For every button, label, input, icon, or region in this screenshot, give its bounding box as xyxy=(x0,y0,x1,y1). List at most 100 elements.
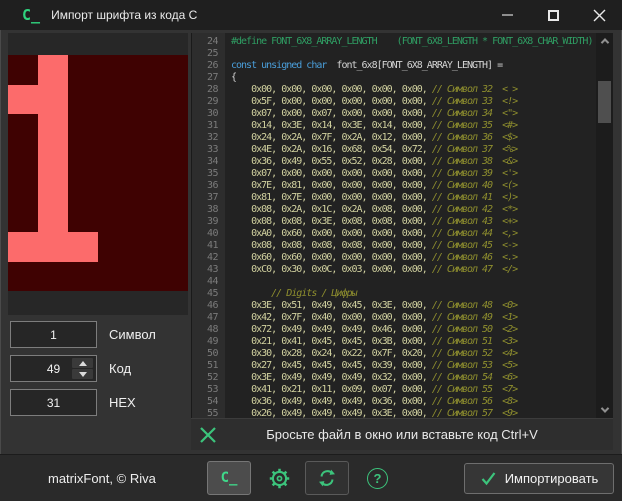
code-line: 0xC0, 0x30, 0x0C, 0x03, 0x00, 0x00, // С… xyxy=(231,264,596,276)
checkmark-icon xyxy=(480,471,497,486)
line-number: 42 xyxy=(192,252,225,264)
line-number: 46 xyxy=(192,300,225,312)
code-line: 0x07, 0x00, 0x07, 0x00, 0x00, 0x00, // С… xyxy=(231,108,596,120)
line-number: 31 xyxy=(192,120,225,132)
code-line: 0x42, 0x7F, 0x40, 0x00, 0x00, 0x00, // С… xyxy=(231,312,596,324)
settings-button[interactable] xyxy=(268,467,291,490)
editor-scrollbar[interactable] xyxy=(596,33,613,418)
scroll-down-button[interactable] xyxy=(596,403,613,417)
line-number: 37 xyxy=(192,192,225,204)
code-line: #define FONT_6X8_ARRAY_LENGTH (FONT_6X8_… xyxy=(231,36,596,48)
footer: matrixFont, © Riva C_ xyxy=(0,454,622,501)
import-button[interactable]: Импортировать xyxy=(464,463,614,494)
code-line: 0x36, 0x49, 0x49, 0x49, 0x36, 0x00, // С… xyxy=(231,396,596,408)
minimize-icon xyxy=(502,14,513,16)
refresh-button[interactable] xyxy=(305,461,349,495)
code-line: 0x4E, 0x2A, 0x16, 0x68, 0x54, 0x72, // С… xyxy=(231,144,596,156)
c-code-mode-button[interactable]: C_ xyxy=(207,461,251,495)
editor-gutter: 2425262728293031323334353637383940414243… xyxy=(192,33,225,418)
hex-label: HEX xyxy=(109,395,136,410)
glyph-pixel xyxy=(38,85,68,115)
glyph-pixel xyxy=(68,232,98,262)
code-line: 0x27, 0x45, 0x45, 0x45, 0x39, 0x00, // С… xyxy=(231,360,596,372)
import-font-window: C_ Импорт шрифта из кода C Символ xyxy=(0,0,622,501)
line-number: 28 xyxy=(192,84,225,96)
spin-up-button[interactable] xyxy=(72,358,93,368)
code-line: // Digits / Цифры xyxy=(231,288,596,300)
glyph-pixel xyxy=(38,232,68,262)
spin-up-icon xyxy=(79,361,87,366)
line-number: 27 xyxy=(192,72,225,84)
code-line: 0x36, 0x49, 0x55, 0x52, 0x28, 0x00, // С… xyxy=(231,156,596,168)
line-number: 47 xyxy=(192,312,225,324)
line-number: 51 xyxy=(192,360,225,372)
hex-field-row: HEX xyxy=(10,389,136,416)
code-line: { xyxy=(231,72,596,84)
line-number: 40 xyxy=(192,228,225,240)
close-icon xyxy=(593,9,606,22)
line-number: 24 xyxy=(192,36,225,48)
chevron-up-icon xyxy=(600,38,608,46)
code-line: 0x08, 0x2A, 0x1C, 0x2A, 0x08, 0x00, // С… xyxy=(231,204,596,216)
code-line: 0x24, 0x2A, 0x7F, 0x2A, 0x12, 0x00, // С… xyxy=(231,132,596,144)
code-editor[interactable]: 2425262728293031323334353637383940414243… xyxy=(191,33,613,418)
line-number: 53 xyxy=(192,384,225,396)
scroll-up-button[interactable] xyxy=(596,34,613,48)
line-number: 39 xyxy=(192,216,225,228)
code-line: 0x41, 0x21, 0x11, 0x09, 0x07, 0x00, // С… xyxy=(231,384,596,396)
spin-down-icon xyxy=(79,372,87,377)
window-title: Импорт шрифта из кода C xyxy=(51,8,197,22)
spin-down-button[interactable] xyxy=(72,369,93,379)
c-code-mode-label: C_ xyxy=(221,470,238,486)
line-number: 45 xyxy=(192,288,225,300)
line-number: 52 xyxy=(192,372,225,384)
line-number: 49 xyxy=(192,336,225,348)
code-line: 0x7E, 0x81, 0x00, 0x00, 0x00, 0x00, // С… xyxy=(231,180,596,192)
code-line: 0x26, 0x49, 0x49, 0x49, 0x3E, 0x00, // С… xyxy=(231,408,596,418)
help-button[interactable]: ? xyxy=(367,468,388,489)
line-number: 48 xyxy=(192,324,225,336)
editor-code-area[interactable]: #define FONT_6X8_ARRAY_LENGTH (FONT_6X8_… xyxy=(225,33,596,418)
scrollbar-thumb[interactable] xyxy=(598,81,611,123)
code-line: 0x07, 0x00, 0x00, 0x00, 0x00, 0x00, // С… xyxy=(231,168,596,180)
drop-zone[interactable]: Бросьте файл в окно или вставьте код Ctr… xyxy=(191,418,613,450)
glyph-pixel xyxy=(38,173,68,203)
window-controls xyxy=(484,0,622,30)
code-line: 0x5F, 0x00, 0x00, 0x00, 0x00, 0x00, // С… xyxy=(231,96,596,108)
line-number: 54 xyxy=(192,396,225,408)
line-number: 25 xyxy=(192,48,225,60)
line-number: 29 xyxy=(192,96,225,108)
code-line xyxy=(231,276,596,288)
glyph-pixel xyxy=(8,85,38,115)
code-line: 0xA0, 0x60, 0x00, 0x00, 0x00, 0x00, // С… xyxy=(231,228,596,240)
line-number: 33 xyxy=(192,144,225,156)
app-logo-icon: C_ xyxy=(22,6,40,24)
code-line: const unsigned char font_6x8[FONT_6X8_AR… xyxy=(231,60,596,72)
code-label: Код xyxy=(109,361,131,376)
maximize-button[interactable] xyxy=(530,0,576,30)
code-line xyxy=(231,48,596,60)
minimize-button[interactable] xyxy=(484,0,530,30)
symbol-field-row: Символ xyxy=(10,321,156,348)
help-icon: ? xyxy=(374,471,382,486)
code-line: 0x3E, 0x49, 0x49, 0x49, 0x32, 0x00, // С… xyxy=(231,372,596,384)
code-line: 0x21, 0x41, 0x45, 0x45, 0x3B, 0x00, // С… xyxy=(231,336,596,348)
glyph-pixel xyxy=(38,144,68,174)
code-line: 0x81, 0x7E, 0x00, 0x00, 0x00, 0x00, // С… xyxy=(231,192,596,204)
code-line: 0x08, 0x08, 0x08, 0x08, 0x00, 0x00, // С… xyxy=(231,240,596,252)
close-button[interactable] xyxy=(576,0,622,30)
import-button-label: Импортировать xyxy=(505,471,599,486)
hex-input[interactable] xyxy=(10,389,97,416)
line-number: 50 xyxy=(192,348,225,360)
line-number: 36 xyxy=(192,180,225,192)
line-number: 30 xyxy=(192,108,225,120)
code-line: 0x14, 0x3E, 0x14, 0x3E, 0x14, 0x00, // С… xyxy=(231,120,596,132)
code-spinner xyxy=(72,358,93,379)
line-number: 43 xyxy=(192,264,225,276)
line-number: 34 xyxy=(192,156,225,168)
glyph-pixel xyxy=(8,232,38,262)
code-line: 0x60, 0x60, 0x00, 0x00, 0x00, 0x00, // С… xyxy=(231,252,596,264)
code-line: 0x00, 0x00, 0x00, 0x00, 0x00, 0x00, // С… xyxy=(231,84,596,96)
code-line: 0x08, 0x08, 0x3E, 0x08, 0x08, 0x00, // С… xyxy=(231,216,596,228)
symbol-input[interactable] xyxy=(10,321,97,348)
